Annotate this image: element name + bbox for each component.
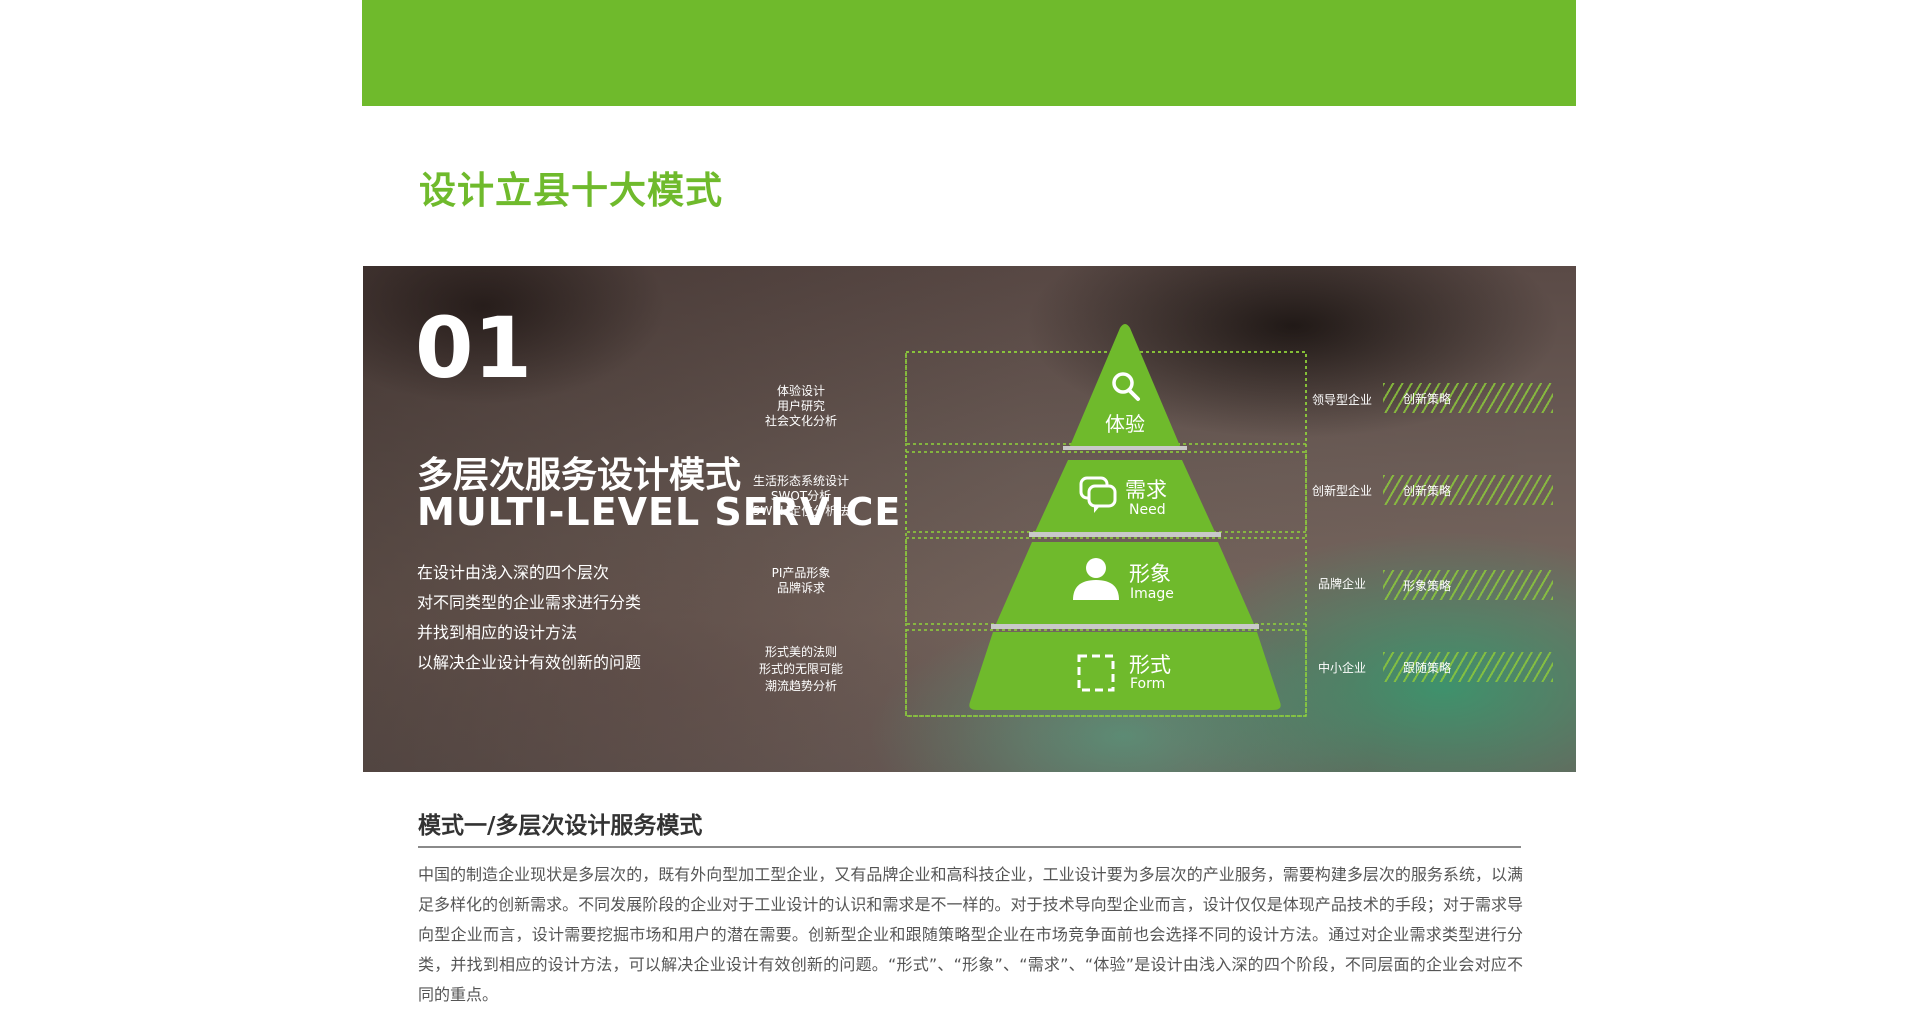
methods-image: PI产品形象 品牌诉求 bbox=[771, 566, 831, 595]
strategy-tag: 创新策略 bbox=[1383, 383, 1553, 413]
tier-divider bbox=[1063, 446, 1187, 450]
methods-experience: 体验设计 用户研究 社会文化分析 bbox=[764, 384, 837, 428]
section-body: 中国的制造企业现状是多层次的，既有外向型加工型企业，又有品牌企业和高科技企业，工… bbox=[418, 865, 1523, 1004]
strategy-tag: 跟随策略 bbox=[1383, 652, 1553, 682]
methods-form: 形式美的法则 形式的无限可能 潮流趋势分析 bbox=[758, 645, 843, 693]
methods-need: 生活形态系统设计 SWOT分析 5W1H定位分析法 bbox=[752, 474, 850, 518]
tier-divider bbox=[991, 624, 1259, 629]
page-title: 设计立县十大模式 bbox=[419, 169, 723, 212]
enterprise-label: 中小企业 bbox=[1318, 661, 1367, 675]
section-divider bbox=[418, 846, 1521, 848]
tier-label-need: 需求 bbox=[1125, 478, 1167, 502]
tier-form bbox=[969, 632, 1281, 710]
hero-banner: 01 多层次服务设计模式 MULTI-LEVEL SERVICE 在设计由浅入深… bbox=[363, 266, 1576, 772]
tier-label-image: 形象 bbox=[1129, 562, 1171, 586]
tier-divider bbox=[1029, 532, 1221, 537]
tier-label-need-en: Need bbox=[1129, 502, 1166, 518]
strategy-tag: 创新策略 bbox=[1383, 475, 1553, 505]
tier-label-form: 形式 bbox=[1129, 653, 1171, 677]
strategy-tag: 形象策略 bbox=[1383, 570, 1553, 600]
top-banner-bar bbox=[362, 0, 1576, 106]
tier-label-experience: 体验 bbox=[1105, 412, 1145, 436]
tier-label-form-en: Form bbox=[1130, 676, 1166, 692]
tier-label-image-en: Image bbox=[1130, 586, 1174, 602]
enterprise-label: 创新型企业 bbox=[1312, 484, 1373, 498]
pyramid-diagram bbox=[905, 324, 1307, 717]
enterprise-label: 品牌企业 bbox=[1318, 577, 1367, 591]
tier-image bbox=[996, 542, 1254, 624]
enterprise-label: 领导型企业 bbox=[1312, 393, 1373, 407]
section-title: 模式一/多层次设计服务模式 bbox=[418, 813, 703, 839]
